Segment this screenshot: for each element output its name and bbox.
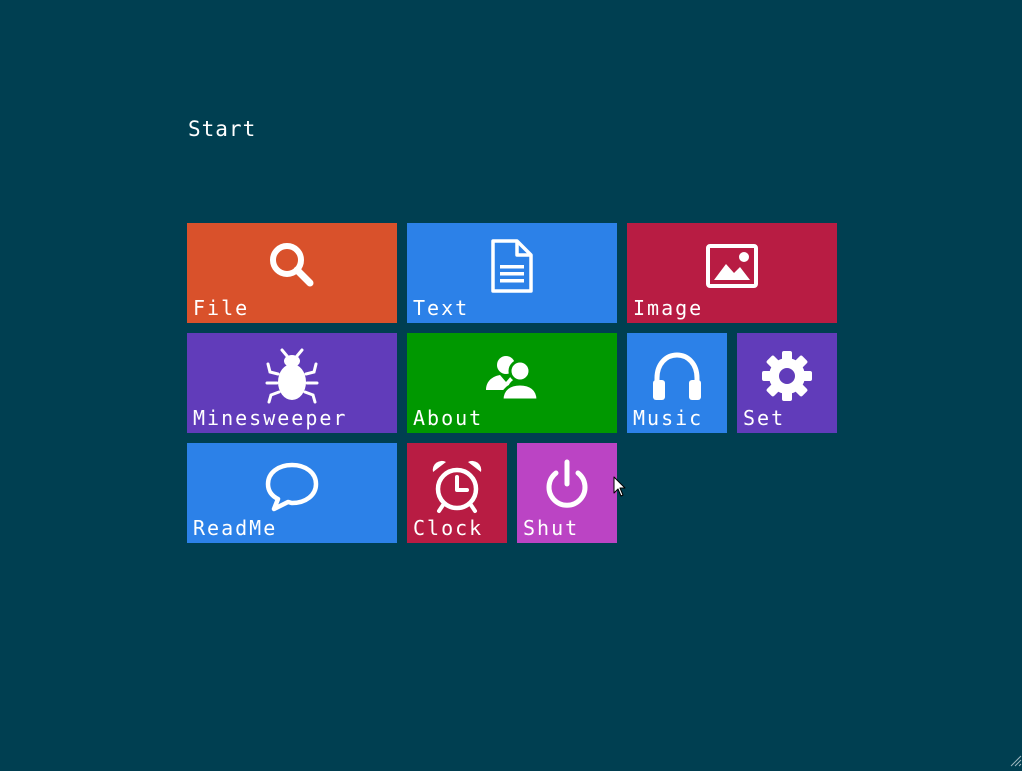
tile-music-label: Music <box>633 406 704 430</box>
alarm-clock-icon <box>429 458 485 514</box>
speech-bubble-icon <box>264 458 320 514</box>
tile-file-label: File <box>193 296 250 320</box>
mouse-pointer-icon <box>613 476 627 498</box>
gear-icon <box>759 348 815 404</box>
tile-music[interactable]: Music <box>627 333 727 433</box>
power-icon <box>539 458 595 514</box>
picture-icon <box>704 238 760 294</box>
headphones-icon <box>649 348 705 404</box>
tile-file[interactable]: File <box>187 223 397 323</box>
tile-about[interactable]: About <box>407 333 617 433</box>
tile-minesweeper-label: Minesweeper <box>193 406 348 430</box>
tile-image-label: Image <box>633 296 704 320</box>
tile-about-label: About <box>413 406 484 430</box>
document-icon <box>484 238 540 294</box>
tile-shut-label: Shut <box>523 516 580 540</box>
tile-clock-label: Clock <box>413 516 484 540</box>
tile-set[interactable]: Set <box>737 333 837 433</box>
start-title: Start <box>188 117 257 141</box>
tile-clock[interactable]: Clock <box>407 443 507 543</box>
resize-grip-icon[interactable] <box>1008 752 1022 767</box>
bug-icon <box>264 348 320 404</box>
tile-text[interactable]: Text <box>407 223 617 323</box>
tile-shut[interactable]: Shut <box>517 443 617 543</box>
tile-readme[interactable]: ReadMe <box>187 443 397 543</box>
tile-readme-label: ReadMe <box>193 516 278 540</box>
tile-set-label: Set <box>743 406 786 430</box>
tile-text-label: Text <box>413 296 470 320</box>
users-icon <box>484 348 540 404</box>
tile-minesweeper[interactable]: Minesweeper <box>187 333 397 433</box>
search-icon <box>264 238 320 294</box>
tile-image[interactable]: Image <box>627 223 837 323</box>
